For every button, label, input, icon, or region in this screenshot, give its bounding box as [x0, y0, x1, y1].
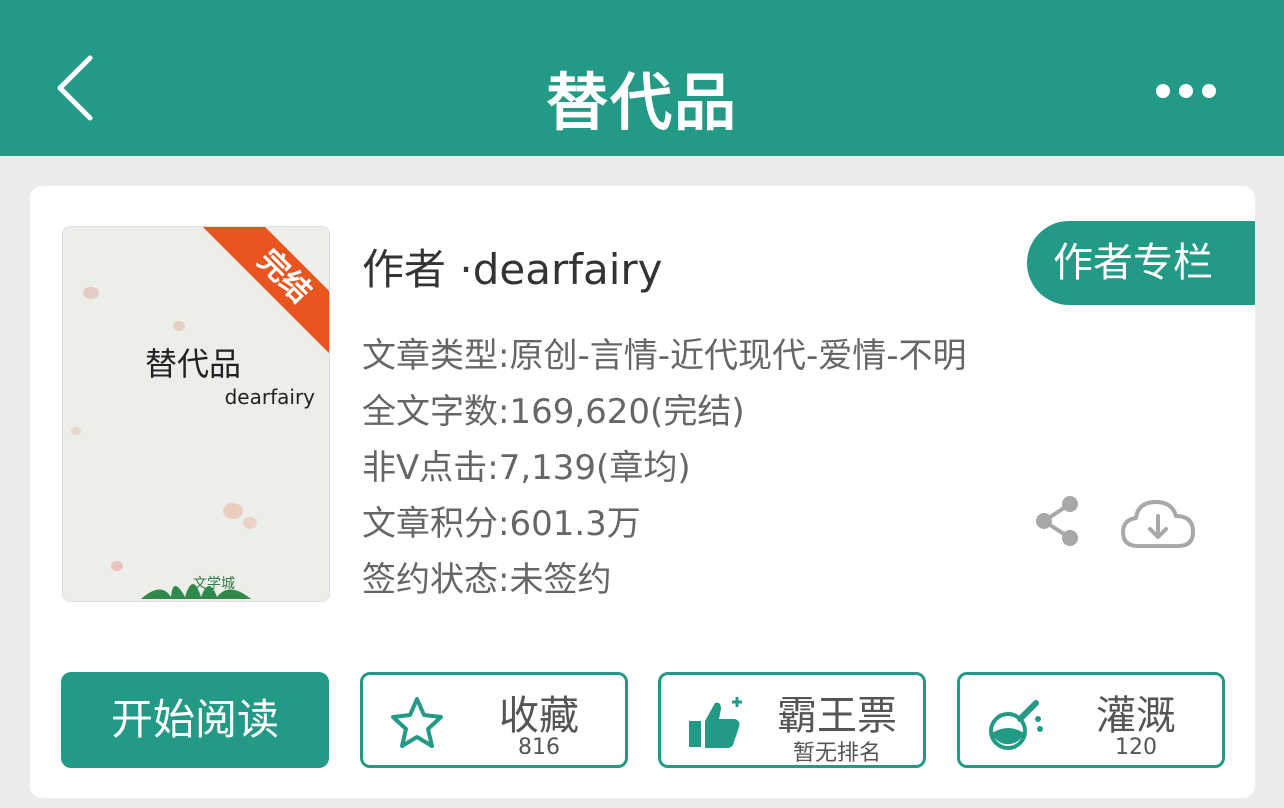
download-button[interactable]	[1120, 496, 1196, 550]
start-reading-button[interactable]: 开始阅读	[61, 672, 329, 768]
favorite-count: 816	[518, 735, 560, 760]
book-meta: 文章类型:原创-言情-近代现代-爱情-不明 全文字数:169,620(完结) 非…	[362, 334, 967, 614]
author-column-button[interactable]: 作者专栏	[1027, 221, 1255, 305]
cover-title: 替代品	[145, 345, 242, 383]
meta-score: 文章积分:601.3万	[362, 504, 641, 544]
share-button[interactable]	[1032, 494, 1082, 548]
meta-genre: 文章类型:原创-言情-近代现代-爱情-不明	[362, 336, 967, 376]
water-count: 120	[1115, 735, 1157, 760]
book-info-card: 完结 替代品 dearfairy 文学城 作者 ·dearfairy 作者专栏 …	[30, 186, 1255, 798]
publisher-logo-text: 文学城	[193, 576, 235, 592]
flask-icon	[989, 700, 1043, 750]
favorite-button[interactable]: 收藏 816	[360, 672, 628, 768]
meta-clicks: 非V点击:7,139(章均)	[362, 448, 691, 488]
favorite-label: 收藏	[499, 693, 579, 739]
thumbs-up-icon	[689, 697, 742, 748]
page-title: 替代品	[545, 66, 738, 139]
cloud-download-icon	[1121, 500, 1195, 548]
meta-contract-status: 签约状态:未签约	[362, 560, 612, 600]
author-name[interactable]: 作者 ·dearfairy	[362, 236, 663, 297]
star-icon	[391, 697, 443, 748]
water-label: 灌溉	[1096, 693, 1176, 739]
share-icon	[1036, 496, 1078, 546]
vote-button[interactable]: 霸王票 暂无排名	[658, 672, 926, 768]
vote-rank: 暂无排名	[792, 741, 881, 766]
cover-author: dearfairy	[224, 385, 315, 409]
water-button[interactable]: 灌溉 120	[957, 672, 1225, 768]
more-button[interactable]	[1156, 80, 1216, 102]
more-horizontal-icon	[1156, 84, 1170, 98]
meta-word-count: 全文字数:169,620(完结)	[362, 392, 745, 432]
book-cover[interactable]: 完结 替代品 dearfairy 文学城	[62, 226, 330, 602]
vote-label: 霸王票	[777, 693, 897, 739]
top-bar: 替代品	[0, 0, 1284, 156]
